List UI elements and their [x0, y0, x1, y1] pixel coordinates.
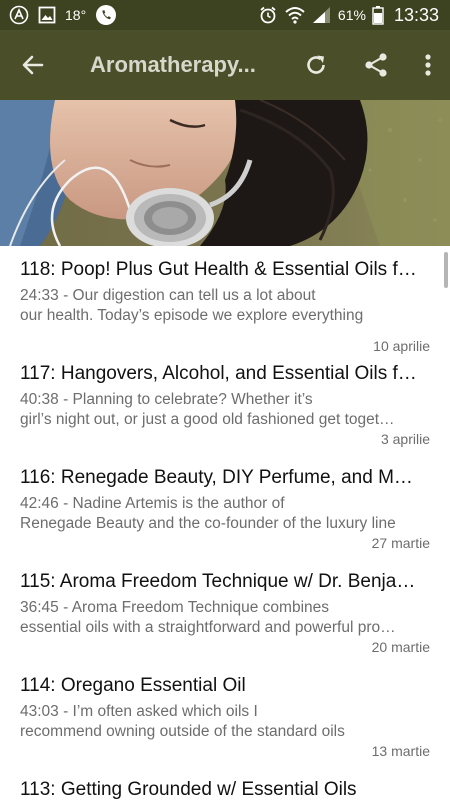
app-toolbar: Aromatherapy... — [0, 30, 450, 100]
signal-icon — [312, 6, 332, 24]
episode-description-line: recommend owning outside of the standard… — [20, 723, 345, 740]
episode-title: 117: Hangovers, Alcohol, and Essential O… — [20, 363, 420, 384]
episode-date: 13 martie — [371, 743, 430, 759]
episode-description: 24:33 - Our digestion can tell us a lot … — [20, 286, 400, 326]
podcast-cover-image — [0, 100, 450, 246]
episode-description-line: Renegade Beauty and the co-founder of th… — [20, 515, 396, 532]
list-item[interactable]: 113: Getting Grounded w/ Essential Oils — [0, 778, 450, 800]
episode-description-line: 42:46 - Nadine Artemis is the author of — [20, 495, 285, 512]
episode-date: 3 aprilie — [380, 431, 430, 447]
episode-title: 113: Getting Grounded w/ Essential Oils — [20, 779, 357, 800]
list-item[interactable]: 118: Poop! Plus Gut Health & Essential O… — [0, 258, 450, 354]
battery-percent: 61% — [337, 7, 366, 23]
episode-title: 114: Oregano Essential Oil — [20, 675, 246, 696]
refresh-button[interactable] — [286, 30, 346, 100]
episode-description: 40:38 - Planning to celebrate? Whether i… — [20, 390, 400, 430]
share-button[interactable] — [346, 30, 406, 100]
episode-description-line: girl’s night out, or just a good old fas… — [20, 411, 400, 428]
episode-description: 42:46 - Nadine Artemis is the author of … — [20, 494, 400, 534]
episode-title: 118: Poop! Plus Gut Health & Essential O… — [20, 259, 420, 280]
list-item[interactable]: 115: Aroma Freedom Technique w/ Dr. Benj… — [0, 570, 450, 655]
episode-description-line: essential oils with a straightforward an… — [20, 619, 400, 636]
phone-icon — [95, 4, 117, 26]
episode-date: 27 martie — [371, 535, 430, 551]
share-icon — [365, 53, 387, 77]
episode-date: 10 aprilie — [373, 338, 430, 354]
episode-description-line: our health. Today’s episode we explore e… — [20, 307, 364, 324]
episode-title: 116: Renegade Beauty, DIY Perfume, and M… — [20, 467, 420, 488]
page-title: Aromatherapy... — [90, 52, 256, 77]
episode-description: 43:03 - I’m often asked which oils I rec… — [20, 702, 400, 742]
list-scrollbar[interactable] — [444, 252, 448, 288]
episode-title: 115: Aroma Freedom Technique w/ Dr. Benj… — [20, 571, 420, 592]
list-item[interactable]: 116: Renegade Beauty, DIY Perfume, and M… — [0, 466, 450, 551]
episode-description-line: 36:45 - Aroma Freedom Technique combines — [20, 599, 330, 616]
episode-description-line: 24:33 - Our digestion can tell us a lot … — [20, 287, 316, 304]
episode-list[interactable]: 118: Poop! Plus Gut Health & Essential O… — [0, 246, 450, 800]
wifi-icon — [284, 5, 306, 25]
episode-description-line: 43:03 - I’m often asked which oils I — [20, 703, 258, 720]
refresh-icon — [307, 55, 325, 74]
more-vert-icon — [425, 54, 431, 76]
temperature-text: 18° — [65, 7, 87, 23]
back-arrow-icon — [22, 55, 44, 75]
list-item[interactable]: 117: Hangovers, Alcohol, and Essential O… — [0, 362, 450, 447]
image-icon — [38, 6, 56, 24]
episode-description-line: 40:38 - Planning to celebrate? Whether i… — [20, 391, 313, 408]
battery-icon — [372, 5, 384, 25]
alarm-icon — [258, 5, 278, 25]
episode-date: 20 martie — [371, 639, 430, 655]
app-a-icon — [9, 5, 29, 25]
list-item[interactable]: 114: Oregano Essential Oil 43:03 - I’m o… — [0, 674, 450, 759]
status-bar: 18° 61% 13:33 — [0, 0, 450, 30]
back-button[interactable] — [0, 30, 66, 100]
more-options-button[interactable] — [406, 30, 450, 100]
episode-description: 36:45 - Aroma Freedom Technique combines… — [20, 598, 400, 638]
clock-time: 13:33 — [393, 4, 439, 25]
